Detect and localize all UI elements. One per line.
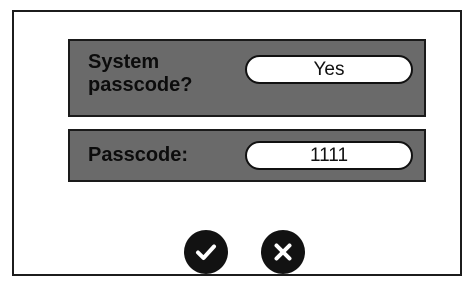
- system-passcode-label: System passcode?: [88, 51, 193, 96]
- passcode-input[interactable]: 1111: [245, 141, 413, 170]
- passcode-label: Passcode:: [88, 144, 189, 166]
- system-passcode-row: System passcode? Yes: [68, 39, 426, 117]
- system-passcode-toggle[interactable]: Yes: [245, 55, 413, 84]
- close-icon: [274, 243, 292, 261]
- confirm-button[interactable]: [184, 230, 228, 274]
- passcode-dialog: System passcode? Yes Passcode: 1111: [12, 10, 462, 276]
- system-passcode-value: Yes: [313, 58, 345, 80]
- cancel-button[interactable]: [261, 230, 305, 274]
- passcode-value: 1111: [309, 144, 349, 166]
- passcode-row: Passcode: 1111: [68, 129, 426, 182]
- checkmark-icon: [196, 244, 216, 260]
